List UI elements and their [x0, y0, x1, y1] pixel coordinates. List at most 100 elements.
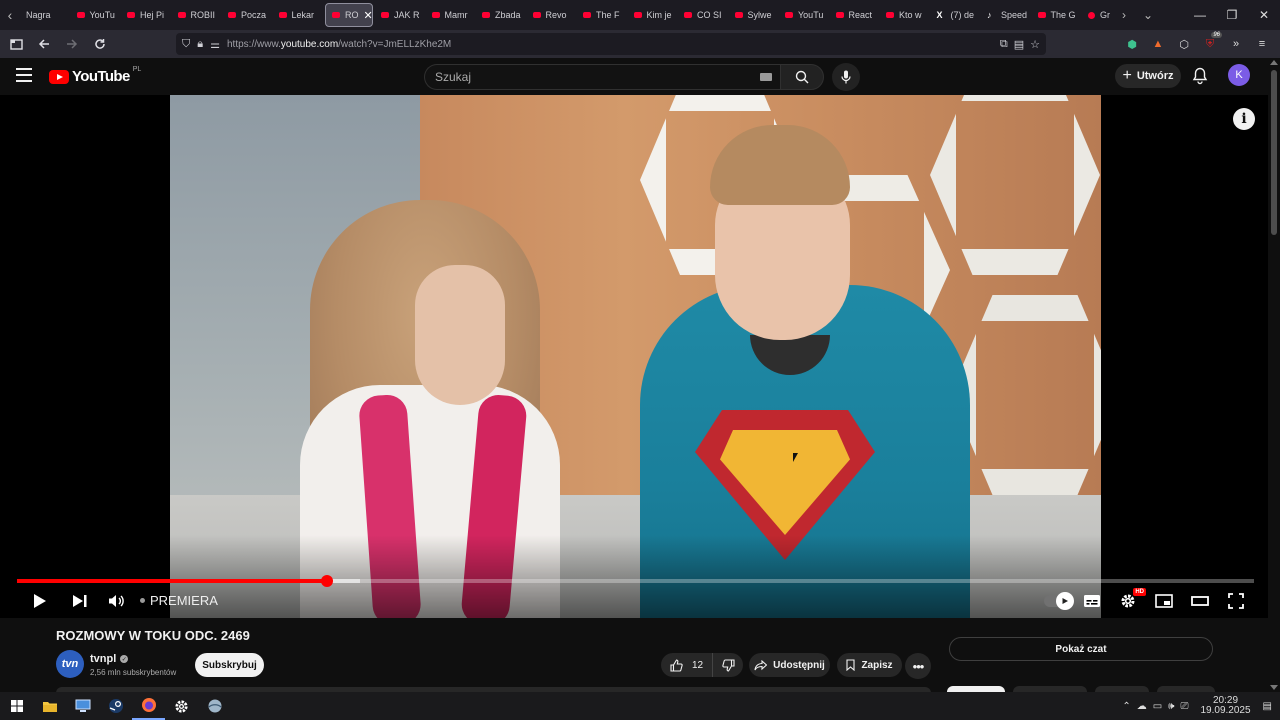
voice-search-button[interactable]: [832, 63, 860, 91]
channel-avatar[interactable]: tvn: [56, 650, 84, 678]
subtitles-button[interactable]: [1080, 588, 1104, 614]
play-button[interactable]: [28, 588, 52, 614]
close-window-button[interactable]: ✕: [1248, 0, 1280, 30]
youtube-favicon-icon: [332, 12, 340, 18]
browser-tab[interactable]: Kto w: [880, 3, 931, 27]
browser-tab[interactable]: CO SI: [678, 3, 729, 27]
create-button[interactable]: + Utwórz: [1115, 64, 1181, 88]
browser-tab[interactable]: The G: [1032, 3, 1083, 27]
browser-tab[interactable]: The F: [577, 3, 628, 27]
scroll-up-icon[interactable]: [1270, 60, 1278, 65]
dislike-button[interactable]: [713, 653, 743, 677]
channel-name-link[interactable]: tvnpl ✓: [90, 653, 129, 665]
app-menu-icon[interactable]: ≡: [1252, 34, 1272, 54]
shield-icon[interactable]: ⛉: [182, 38, 190, 51]
video-player[interactable]: i PREMIERA HD: [0, 95, 1268, 618]
browser-tab[interactable]: Nagra: [20, 3, 71, 27]
restore-window-button[interactable]: ❐: [1216, 0, 1248, 30]
browser-tab[interactable]: Sylwe: [729, 3, 780, 27]
mute-button[interactable]: [104, 588, 128, 614]
browser-tab[interactable]: Zbada: [476, 3, 527, 27]
vpn-extension-icon[interactable]: ⬢: [1122, 34, 1142, 54]
miniplayer-button[interactable]: [1152, 588, 1176, 614]
minimize-window-button[interactable]: —: [1184, 0, 1216, 30]
scrollbar-thumb[interactable]: [1271, 70, 1277, 235]
notification-center-icon[interactable]: ▤: [1263, 701, 1272, 712]
taskbar-steam[interactable]: [99, 692, 132, 720]
share-label: Udostępnij: [773, 659, 825, 671]
volume-tray-icon[interactable]: 🕪︎: [1168, 701, 1174, 712]
display-tray-icon[interactable]: ⎚: [1180, 701, 1188, 712]
lock-icon[interactable]: 🔒︎: [197, 38, 203, 51]
extensions-puzzle-icon[interactable]: ⬡: [1174, 34, 1194, 54]
reload-button[interactable]: [88, 32, 112, 56]
permissions-icon[interactable]: ⚌: [210, 38, 220, 51]
browser-tab[interactable]: Revo: [527, 3, 578, 27]
bookmark-star-icon[interactable]: ☆: [1030, 38, 1040, 51]
autoplay-toggle[interactable]: [1042, 588, 1074, 614]
tab-scroll-right-button[interactable]: ›: [1112, 0, 1136, 30]
browser-tab[interactable]: Pocza: [222, 3, 273, 27]
list-all-tabs-button[interactable]: ⌄: [1136, 0, 1160, 30]
onedrive-cloud-icon[interactable]: ☁: [1137, 701, 1147, 712]
keyboard-icon[interactable]: [760, 73, 772, 81]
close-tab-icon[interactable]: ✕: [364, 9, 373, 22]
browser-tab[interactable]: Mamr: [426, 3, 477, 27]
fox-extension-icon[interactable]: ▲: [1148, 34, 1168, 54]
url-text[interactable]: https://www.youtube.com/watch?v=JmELLzKh…: [227, 39, 451, 50]
share-button[interactable]: Udostępnij: [749, 653, 830, 677]
like-button[interactable]: 12: [661, 653, 713, 677]
globe-app-icon: [208, 699, 221, 713]
computer-icon: [75, 699, 90, 712]
browser-tab-active[interactable]: RO ✕: [325, 3, 373, 27]
progress-bar[interactable]: [17, 575, 1254, 587]
forward-button[interactable]: [60, 32, 84, 56]
reader-view-icon[interactable]: ▤: [1014, 38, 1024, 51]
browser-tab[interactable]: Kim je: [628, 3, 679, 27]
info-icon[interactable]: i: [1233, 108, 1255, 130]
tray-overflow-chevron-icon[interactable]: ⌃: [1122, 701, 1130, 712]
settings-button[interactable]: HD: [1116, 588, 1146, 614]
back-button[interactable]: [32, 32, 56, 56]
show-chat-button[interactable]: Pokaż czat: [949, 637, 1213, 661]
taskbar-settings[interactable]: [165, 692, 198, 720]
theater-mode-button[interactable]: [1188, 588, 1212, 614]
browser-tab[interactable]: JAK R: [375, 3, 426, 27]
browser-tab[interactable]: Hej Pi: [121, 3, 172, 27]
subscribe-button[interactable]: Subskrybuj: [195, 653, 264, 677]
guide-menu-icon[interactable]: [16, 68, 32, 82]
address-bar[interactable]: ⛉ 🔒︎ ⚌ https://www.youtube.com/watch?v=J…: [176, 33, 1046, 55]
overflow-chevron-icon[interactable]: »: [1226, 34, 1246, 54]
browser-tab[interactable]: X (7) de: [931, 3, 982, 27]
browser-tab[interactable]: ROBII: [172, 3, 223, 27]
scroll-down-icon[interactable]: [1270, 685, 1278, 690]
taskbar-file-explorer[interactable]: [33, 692, 66, 720]
search-box: Szukaj: [424, 64, 824, 90]
next-button[interactable]: [68, 588, 92, 614]
taskbar-computer[interactable]: [66, 692, 99, 720]
ublock-extension-icon[interactable]: ⛨ 96: [1200, 32, 1222, 54]
page-scrollbar[interactable]: [1268, 58, 1280, 692]
account-avatar[interactable]: K: [1228, 64, 1250, 86]
browser-tab[interactable]: ♪ Speed: [981, 3, 1032, 27]
start-button[interactable]: [0, 692, 33, 720]
network-icon[interactable]: ▭: [1153, 701, 1162, 712]
fullscreen-button[interactable]: [1224, 588, 1248, 614]
more-actions-button[interactable]: •••: [905, 653, 931, 679]
save-button[interactable]: Zapisz: [837, 653, 902, 677]
browser-tab[interactable]: YouTu: [71, 3, 122, 27]
arrow-left-icon: [38, 39, 49, 49]
search-input[interactable]: Szukaj: [424, 64, 780, 90]
taskbar-app[interactable]: [198, 692, 231, 720]
picture-in-picture-icon[interactable]: ⧉: [1000, 38, 1008, 51]
taskbar-clock[interactable]: 20:29 19.09.2025: [1200, 696, 1250, 716]
youtube-logo[interactable]: YouTube PL: [49, 66, 141, 85]
tab-scroll-left-button[interactable]: ‹: [0, 0, 20, 30]
search-button[interactable]: [780, 64, 824, 90]
sidebar-toggle-button[interactable]: [4, 32, 28, 56]
browser-tab[interactable]: Lekar: [273, 3, 324, 27]
browser-tab[interactable]: React: [830, 3, 881, 27]
browser-tab[interactable]: YouTu: [779, 3, 830, 27]
notifications-bell-icon[interactable]: [1192, 67, 1208, 85]
taskbar-firefox[interactable]: [132, 692, 165, 720]
